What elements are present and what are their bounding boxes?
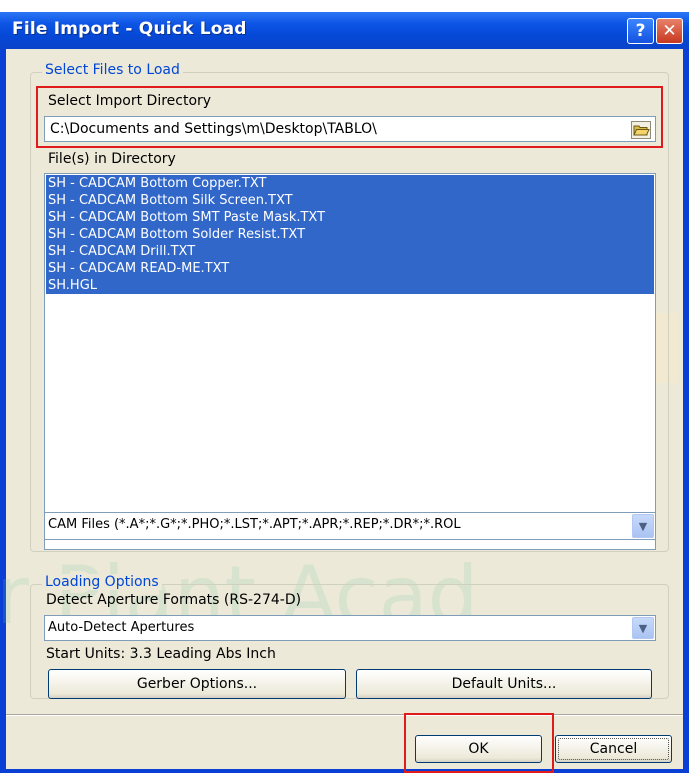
ok-label: OK	[468, 741, 489, 757]
focus-rectangle	[558, 738, 669, 760]
ok-button[interactable]: OK	[415, 735, 542, 763]
file-item[interactable]: SH - CADCAM Bottom Solder Resist.TXT	[46, 226, 654, 243]
aperture-formats-label: Detect Aperture Formats (RS-274-D)	[46, 592, 302, 608]
files-in-directory-label: File(s) in Directory	[48, 151, 176, 167]
close-button[interactable]: ✕	[656, 18, 683, 44]
start-units-text: Start Units: 3.3 Leading Abs Inch	[46, 646, 276, 662]
default-units-button[interactable]: Default Units...	[356, 669, 652, 699]
gerber-options-label: Gerber Options...	[136, 676, 258, 692]
files-list: SH - CADCAM Bottom Copper.TXT SH - CADCA…	[46, 175, 654, 294]
dialog-client-area: r Plant Acad Select Files to Load Select…	[0, 49, 683, 773]
background-strip	[0, 0, 689, 12]
import-directory-label: Select Import Directory	[48, 93, 212, 109]
window-title: File Import - Quick Load	[12, 19, 247, 39]
file-item[interactable]: SH - CADCAM Drill.TXT	[46, 243, 654, 260]
file-item[interactable]: SH - CADCAM Bottom Silk Screen.TXT	[46, 192, 654, 209]
file-import-dialog: File Import - Quick Load ? ✕ r Plant Aca…	[0, 12, 689, 773]
bottom-divider-highlight	[6, 715, 683, 716]
title-bar[interactable]: File Import - Quick Load ? ✕	[0, 12, 689, 49]
file-filter-combobox[interactable]: CAM Files (*.A*;*.G*;*.PHO;*.LST;*.APT;*…	[44, 512, 656, 540]
folder-open-icon[interactable]	[631, 121, 651, 139]
chevron-down-icon[interactable]: ▼	[632, 617, 654, 639]
import-directory-value: C:\Documents and Settings\m\Desktop\TABL…	[50, 121, 377, 137]
import-directory-field[interactable]: C:\Documents and Settings\m\Desktop\TABL…	[44, 116, 656, 142]
help-button[interactable]: ?	[627, 18, 654, 44]
file-item[interactable]: SH.HGL	[46, 277, 654, 294]
aperture-format-combobox[interactable]: Auto-Detect Apertures ▼	[44, 615, 656, 641]
file-item[interactable]: SH - CADCAM Bottom Copper.TXT	[46, 175, 654, 192]
chevron-down-icon[interactable]: ▼	[632, 514, 654, 538]
cancel-button[interactable]: Cancel	[555, 735, 672, 763]
file-item[interactable]: SH - CADCAM READ-ME.TXT	[46, 260, 654, 277]
gerber-options-button[interactable]: Gerber Options...	[48, 669, 346, 699]
close-icon: ✕	[662, 21, 677, 41]
default-units-label: Default Units...	[451, 676, 557, 692]
help-icon: ?	[635, 21, 646, 41]
loading-options-group-title: Loading Options	[42, 574, 162, 590]
file-item[interactable]: SH - CADCAM Bottom SMT Paste Mask.TXT	[46, 209, 654, 226]
files-listbox[interactable]: SH - CADCAM Bottom Copper.TXT SH - CADCA…	[44, 173, 656, 550]
file-filter-value: CAM Files (*.A*;*.G*;*.PHO;*.LST;*.APT;*…	[48, 517, 461, 532]
select-files-group-title: Select Files to Load	[42, 62, 183, 78]
aperture-format-value: Auto-Detect Apertures	[48, 620, 195, 635]
